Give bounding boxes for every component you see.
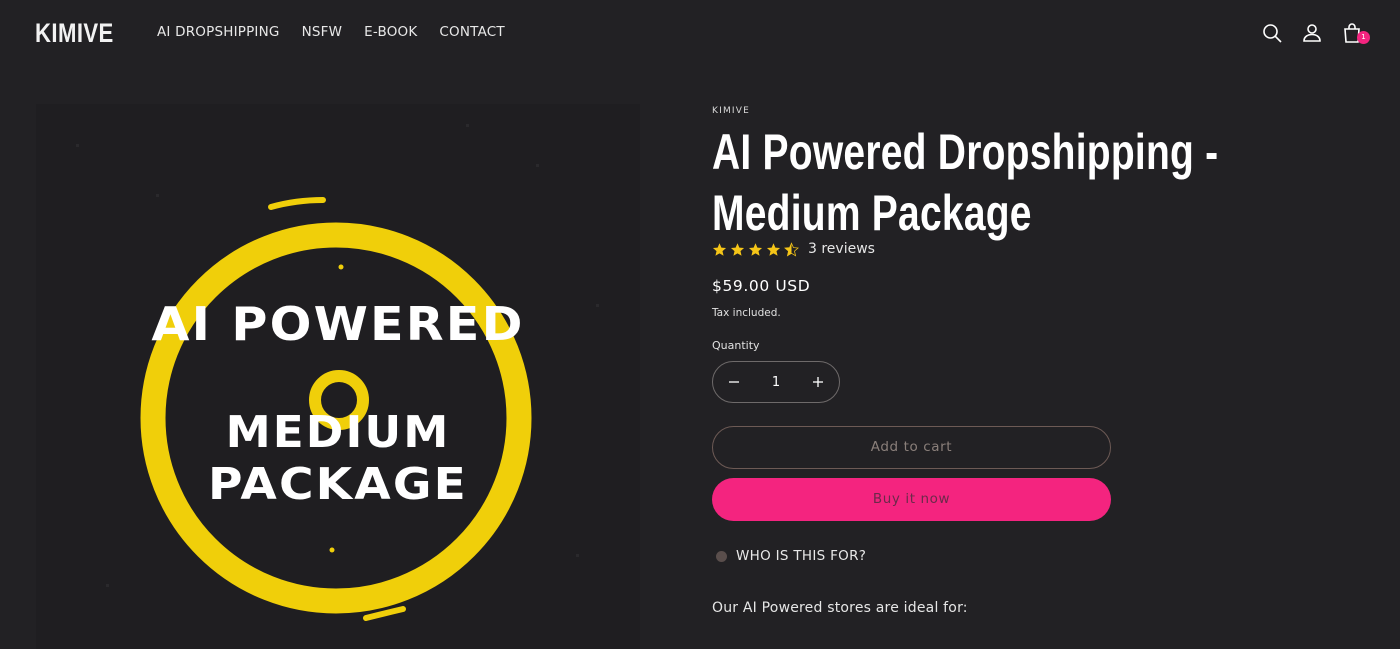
- product-price: $59.00 USD: [712, 277, 811, 295]
- nav-item-e-book[interactable]: E-BOOK: [364, 23, 417, 41]
- rating-stars: [712, 241, 802, 257]
- add-to-cart-button[interactable]: Add to cart: [712, 426, 1111, 469]
- image-text-package: PACKAGE: [208, 459, 468, 510]
- product-image[interactable]: AI POWERED MEDIUM PACKAGE: [36, 104, 640, 649]
- product-rating[interactable]: 3 reviews: [712, 241, 875, 257]
- increase-quantity-button[interactable]: [811, 375, 825, 389]
- image-text-ai-powered: AI POWERED: [151, 297, 525, 351]
- star-full-icon: [712, 242, 727, 256]
- quantity-input[interactable]: [756, 373, 796, 391]
- reviews-count[interactable]: 3 reviews: [808, 241, 875, 257]
- nav-item-nsfw[interactable]: NSFW: [302, 23, 343, 41]
- search-icon[interactable]: [1260, 21, 1284, 45]
- product-title-line-1: AI Powered Dropshipping -: [712, 124, 1219, 180]
- plus-icon: [813, 377, 823, 387]
- user-icon[interactable]: [1300, 21, 1324, 45]
- star-half-icon: [784, 241, 799, 257]
- product-vendor: KIMIVE: [712, 106, 751, 116]
- cart-count-badge: 1: [1357, 31, 1370, 44]
- star-full-icon: [730, 242, 745, 256]
- tax-note: Tax included.: [712, 307, 781, 319]
- header-icons: 1: [1260, 17, 1400, 51]
- star-full-icon: [748, 242, 763, 256]
- yellow-ring-graphic: [76, 124, 599, 621]
- nav-item-contact[interactable]: CONTACT: [439, 23, 504, 41]
- main-nav: AI DROPSHIPPING NSFW E-BOOK CONTACT: [157, 23, 527, 41]
- bullet-icon: [716, 550, 727, 562]
- product-info: KIMIVE AI Powered Dropshipping - Medium …: [712, 104, 1312, 616]
- quantity-label: Quantity: [712, 339, 760, 352]
- product-description: Our AI Powered stores are ideal for:: [712, 600, 968, 616]
- quantity-stepper: [712, 361, 840, 403]
- nav-item-ai-dropshipping[interactable]: AI DROPSHIPPING: [157, 23, 280, 41]
- shopping-bag-icon[interactable]: 1: [1340, 21, 1370, 45]
- buy-it-now-button[interactable]: Buy it now: [712, 478, 1111, 521]
- product-title-line-2: Medium Package: [712, 185, 1032, 241]
- site-logo[interactable]: KIMIVE: [35, 18, 114, 48]
- collapsible-label: WHO IS THIS FOR?: [736, 548, 867, 564]
- site-header: KIMIVE AI DROPSHIPPING NSFW E-BOOK CONTA…: [0, 0, 1400, 66]
- image-text-medium: MEDIUM: [225, 407, 451, 458]
- minus-icon: [729, 381, 739, 383]
- product-title: AI Powered Dropshipping - Medium Package: [712, 122, 1289, 244]
- who-is-this-for-collapsible[interactable]: WHO IS THIS FOR?: [716, 548, 866, 564]
- decrease-quantity-button[interactable]: [727, 375, 741, 389]
- star-full-icon: [766, 242, 781, 256]
